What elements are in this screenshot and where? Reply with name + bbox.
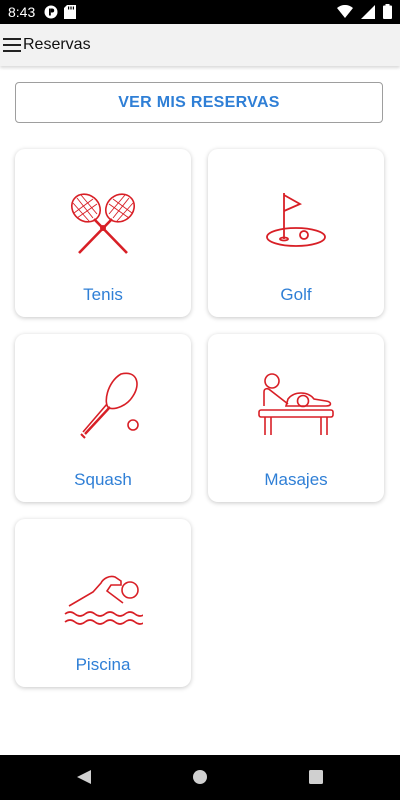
golf-flag-icon xyxy=(266,193,326,247)
massage-icon xyxy=(258,373,334,435)
category-card-tenis[interactable]: Tenis xyxy=(15,149,191,317)
swimmer-icon xyxy=(64,575,143,625)
category-label: Golf xyxy=(280,285,312,304)
page-title: Reservas xyxy=(23,36,91,53)
category-label: Tenis xyxy=(83,285,123,304)
app-notification-icon xyxy=(44,5,58,19)
category-card-piscina[interactable]: Piscina xyxy=(15,519,191,687)
category-card-masajes[interactable]: Masajes xyxy=(208,334,384,502)
home-icon[interactable] xyxy=(192,769,208,785)
view-reservations-button[interactable]: VER MIS RESERVAS xyxy=(15,82,383,123)
wifi-icon xyxy=(337,5,353,18)
category-card-squash[interactable]: Squash xyxy=(15,334,191,502)
category-label: Squash xyxy=(74,470,132,489)
app-bar: Reservas xyxy=(0,24,400,66)
status-time: 8:43 xyxy=(8,4,36,20)
battery-icon xyxy=(383,4,392,19)
sd-card-icon xyxy=(64,5,76,19)
squash-racket-icon xyxy=(80,372,139,439)
category-card-golf[interactable]: Golf xyxy=(208,149,384,317)
category-label: Masajes xyxy=(264,470,328,489)
system-navigation-bar xyxy=(0,755,400,800)
recents-icon[interactable] xyxy=(309,770,323,784)
hamburger-menu-icon[interactable] xyxy=(3,38,21,52)
back-icon[interactable] xyxy=(76,769,92,785)
signal-icon xyxy=(361,4,375,19)
status-bar: 8:43 xyxy=(0,0,400,24)
category-label: Piscina xyxy=(75,655,131,674)
tennis-rackets-icon xyxy=(70,193,136,254)
